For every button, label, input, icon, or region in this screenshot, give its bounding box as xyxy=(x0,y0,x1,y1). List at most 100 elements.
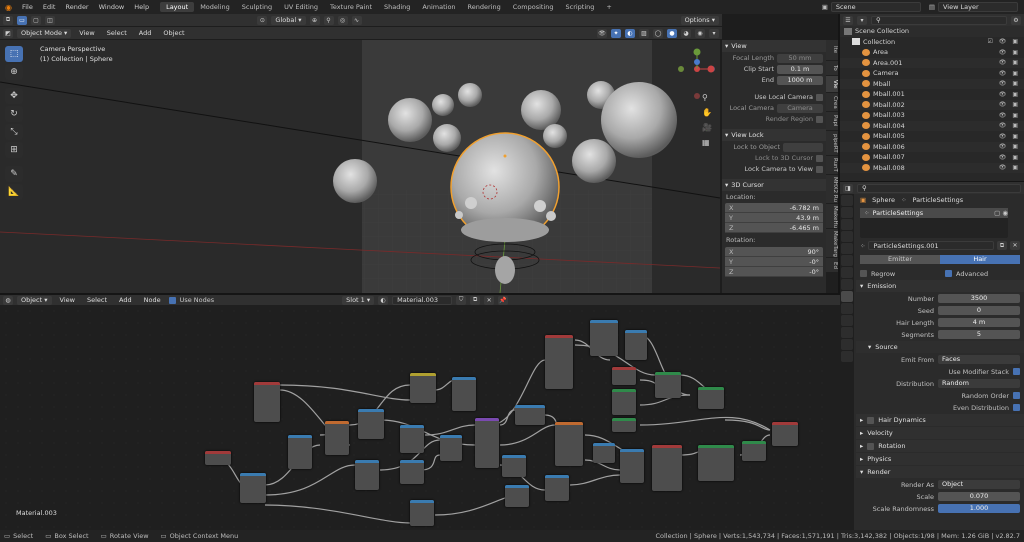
shader-node[interactable] xyxy=(355,460,379,490)
object-mode-dropdown[interactable]: Object Mode ▾ xyxy=(17,28,72,38)
shader-node[interactable] xyxy=(625,330,647,360)
advanced-checkbox[interactable] xyxy=(945,270,952,277)
rotation-checkbox[interactable] xyxy=(867,442,875,450)
unlink-icon[interactable]: ✕ xyxy=(1010,241,1020,250)
render-as-dropdown[interactable]: Object xyxy=(938,480,1020,489)
node-menu-select[interactable]: Select xyxy=(83,296,111,305)
location-y[interactable]: 43.9 m xyxy=(796,214,819,222)
shading-rendered-icon[interactable]: ◉ xyxy=(695,28,705,38)
modifier-tab-icon[interactable] xyxy=(841,279,853,290)
pin-icon[interactable]: 📌 xyxy=(498,295,509,305)
constraints-tab-icon[interactable] xyxy=(841,315,853,326)
even-distribution-checkbox[interactable] xyxy=(1013,404,1020,411)
location-z[interactable]: -6.465 m xyxy=(790,224,819,232)
editor-type-icon[interactable]: ⧉ xyxy=(3,15,13,25)
shader-node[interactable] xyxy=(502,455,526,477)
rotate-tool-icon[interactable]: ↻ xyxy=(5,106,23,122)
overlay-toggle-icon[interactable]: ◐ xyxy=(625,28,635,38)
duplicate-icon[interactable]: ⧉ xyxy=(997,241,1007,250)
regrow-checkbox[interactable] xyxy=(860,270,867,277)
shader-node[interactable] xyxy=(698,445,734,481)
sidebar-tab-maketarget[interactable]: MakeTarg xyxy=(826,229,838,257)
seed-field[interactable]: 0 xyxy=(938,306,1020,315)
shader-node[interactable] xyxy=(288,435,312,469)
shader-node[interactable] xyxy=(505,485,529,507)
tab-compositing[interactable]: Compositing xyxy=(507,2,560,12)
viewport-menu-view[interactable]: View xyxy=(75,29,98,38)
properties-search-input[interactable]: ⚲ xyxy=(857,183,1021,193)
outliner-editor-icon[interactable]: ☰ xyxy=(843,15,853,25)
tab-animation[interactable]: Animation xyxy=(416,2,461,12)
visibility-toggles[interactable]: 👁 ▣ xyxy=(999,122,1024,129)
visibility-toggles[interactable]: ☑ 👁 ▣ xyxy=(988,38,1024,45)
properties-editor-icon[interactable]: ◨ xyxy=(843,183,853,193)
shading-solid-icon[interactable]: ● xyxy=(667,28,677,38)
material-field[interactable]: Material.003 xyxy=(392,295,453,305)
visibility-icon[interactable]: 👁 xyxy=(597,28,607,38)
shader-node[interactable] xyxy=(545,475,569,501)
shader-node[interactable] xyxy=(555,422,583,466)
sidebar-tab-makehuman[interactable]: MakeHu xyxy=(826,204,838,228)
outliner-row[interactable]: Area 👁 ▣ xyxy=(840,47,1024,58)
menu-file[interactable]: File xyxy=(17,3,38,11)
shading-options-icon[interactable]: ▾ xyxy=(709,28,719,38)
lock-to-cursor-checkbox[interactable] xyxy=(816,154,823,162)
sidebar-tab-view[interactable]: Vie xyxy=(826,76,838,92)
particles-tab-icon[interactable] xyxy=(841,291,853,302)
physics-panel-header[interactable]: ▸ Physics xyxy=(856,453,1024,465)
segments-field[interactable]: 5 xyxy=(938,330,1020,339)
shader-node[interactable] xyxy=(698,387,724,409)
visibility-toggles[interactable]: 👁 ▣ xyxy=(999,70,1024,77)
blender-logo-icon[interactable]: ◉ xyxy=(0,3,17,12)
sidebar-tab-pipert[interactable]: pipeRT xyxy=(826,131,838,155)
hair-button[interactable]: Hair xyxy=(940,255,1020,264)
hair-length-field[interactable]: 4 m xyxy=(938,318,1020,327)
physics-tab-icon[interactable] xyxy=(841,303,853,314)
falloff-icon[interactable]: ∿ xyxy=(351,15,362,25)
rotation-vector[interactable]: X 90° Y -0° Z -0° xyxy=(725,247,823,277)
outliner-row-scene-collection[interactable]: Scene Collection xyxy=(840,26,1024,37)
tab-texture-paint[interactable]: Texture Paint xyxy=(324,2,378,12)
unlink-material-icon[interactable]: ✕ xyxy=(484,295,495,305)
local-camera-field[interactable]: Camera xyxy=(777,103,823,113)
node-editor-type-icon[interactable]: ◍ xyxy=(3,295,13,305)
snap-icon[interactable]: ⚲ xyxy=(323,15,334,25)
tab-scripting[interactable]: Scripting xyxy=(560,2,601,12)
tab-layout[interactable]: Layout xyxy=(160,2,195,12)
view-panel-header[interactable]: ▾ View xyxy=(722,40,826,52)
shader-node[interactable] xyxy=(358,409,384,439)
velocity-panel-header[interactable]: ▸ Velocity xyxy=(856,427,1024,439)
outliner-row[interactable]: Mball.008 👁 ▣ xyxy=(840,162,1024,173)
viewport-menu-add[interactable]: Add xyxy=(135,29,156,38)
view-layer-selector[interactable]: View Layer xyxy=(938,2,1018,12)
viewport-menu-select[interactable]: Select xyxy=(103,29,131,38)
shader-node[interactable] xyxy=(545,335,573,389)
menu-render[interactable]: Render xyxy=(60,3,93,11)
scale-tool-icon[interactable]: ⤡ xyxy=(5,124,23,140)
outliner-row[interactable]: Area.001 👁 ▣ xyxy=(840,57,1024,68)
shader-node[interactable] xyxy=(612,367,636,385)
transform-tool-icon[interactable]: ⊞ xyxy=(5,142,23,158)
shader-node[interactable] xyxy=(410,500,434,526)
shader-node[interactable] xyxy=(254,382,280,422)
visibility-toggles[interactable]: 👁 ▣ xyxy=(999,80,1024,87)
lock-to-object-field[interactable] xyxy=(783,142,823,152)
emitter-button[interactable]: Emitter xyxy=(860,255,940,264)
orientation-dropdown[interactable]: Global ▾ xyxy=(271,15,306,25)
tab-modeling[interactable]: Modeling xyxy=(194,2,236,12)
cursor-panel-header[interactable]: ▾ 3D Cursor xyxy=(722,179,826,191)
particle-system-item[interactable]: ⁘ ParticleSettings ▢ ◉ xyxy=(860,208,1008,218)
shader-node[interactable] xyxy=(593,443,615,463)
shading-wireframe-icon[interactable]: ◯ xyxy=(653,28,663,38)
random-order-checkbox[interactable] xyxy=(1013,392,1020,399)
shader-node[interactable] xyxy=(612,389,636,415)
lock-camera-checkbox[interactable] xyxy=(816,165,823,173)
move-tool-icon[interactable]: ✥ xyxy=(5,88,23,104)
outliner-row[interactable]: Mball 👁 ▣ xyxy=(840,78,1024,89)
location-x[interactable]: -6.782 m xyxy=(790,204,819,212)
sidebar-tab-edit[interactable]: Ed xyxy=(826,258,838,272)
pivot-icon[interactable]: ⊙ xyxy=(257,15,268,25)
tab-sculpting[interactable]: Sculpting xyxy=(236,2,278,12)
modifier-stack-checkbox[interactable] xyxy=(1013,368,1020,375)
shading-material-icon[interactable]: ◕ xyxy=(681,28,691,38)
